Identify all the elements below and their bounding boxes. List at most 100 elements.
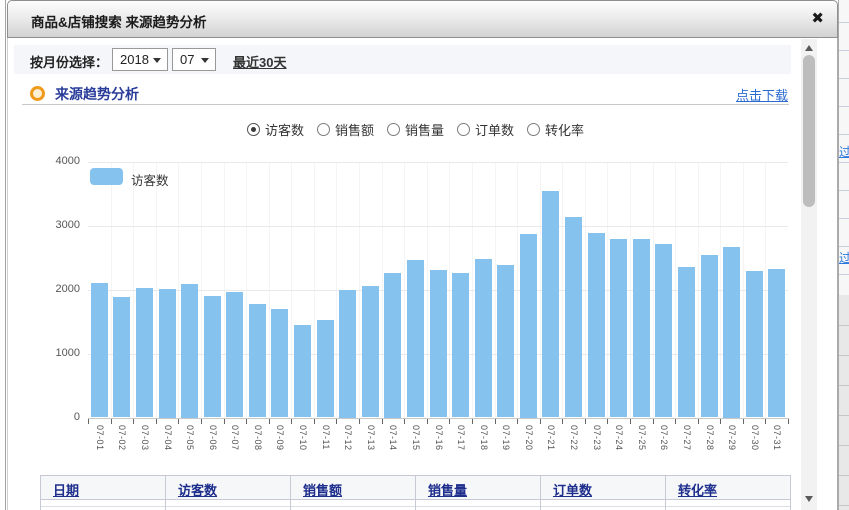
x-axis-label: 07-09 — [275, 425, 285, 451]
scrollbar[interactable] — [801, 39, 817, 510]
chart-bar-07-20[interactable] — [520, 234, 537, 418]
x-axis-tick — [201, 419, 202, 424]
x-axis-label: 07-19 — [501, 425, 511, 451]
chart-bar-07-18[interactable] — [475, 259, 492, 417]
x-axis-label: 07-20 — [524, 425, 534, 451]
chart-bar-07-01[interactable] — [91, 283, 108, 418]
x-axis-tick — [88, 419, 89, 424]
scroll-up-icon[interactable] — [805, 45, 813, 51]
table-header-日期[interactable]: 日期 — [53, 480, 79, 499]
x-axis-tick — [585, 419, 586, 424]
chart-bar-07-17[interactable] — [452, 273, 469, 417]
x-axis-tick — [111, 419, 112, 424]
scrollbar-thumb[interactable] — [803, 55, 815, 207]
chart-bar-07-31[interactable] — [768, 269, 785, 418]
x-axis-label: 07-05 — [185, 425, 195, 451]
x-axis-tick — [359, 419, 360, 424]
table-column-border — [165, 475, 166, 510]
close-icon[interactable]: ✖ — [811, 9, 824, 27]
x-axis-label: 07-08 — [253, 425, 263, 451]
background-link-fragment: 过 — [839, 249, 849, 266]
x-axis-tick — [269, 419, 270, 424]
chart-bar-07-29[interactable] — [723, 247, 740, 418]
background-table-border — [839, 355, 849, 356]
x-axis-tick — [765, 419, 766, 424]
chart-bar-07-10[interactable] — [294, 325, 311, 418]
background-table-border — [839, 162, 849, 163]
chart-bar-07-13[interactable] — [362, 286, 379, 418]
chart-bar-07-11[interactable] — [317, 320, 334, 418]
table-column-border — [40, 475, 41, 510]
chart-bar-07-28[interactable] — [701, 255, 718, 417]
chart-bar-07-16[interactable] — [430, 270, 447, 418]
table-column-border — [540, 475, 541, 510]
background-table-border — [839, 475, 849, 476]
trend-analysis-dialog: 按月份选择： 2018 07 最近30天 来源趋势分析 点击下载 访客数销售额销… — [7, 0, 838, 510]
table-header-订单数[interactable]: 订单数 — [553, 480, 592, 499]
x-axis-label: 07-01 — [95, 425, 105, 451]
chart-bar-07-02[interactable] — [113, 297, 130, 418]
x-axis-label: 07-07 — [230, 425, 240, 451]
x-axis-tick — [449, 419, 450, 424]
background-table-border — [839, 246, 849, 247]
chart-bar-07-09[interactable] — [271, 309, 288, 418]
x-axis-tick — [517, 419, 518, 424]
x-axis-label: 07-04 — [163, 425, 173, 451]
x-axis-label: 07-12 — [343, 425, 353, 451]
x-axis-label: 07-16 — [434, 425, 444, 451]
x-axis-tick — [540, 419, 541, 424]
table-header-转化率[interactable]: 转化率 — [678, 480, 717, 499]
x-axis-tick — [495, 419, 496, 424]
chart-bar-07-21[interactable] — [542, 191, 559, 417]
chart-bar-07-19[interactable] — [497, 265, 514, 418]
page-background-left — [0, 0, 7, 510]
background-table-border — [839, 325, 849, 326]
chart-bar-07-08[interactable] — [249, 304, 266, 418]
x-axis-tick — [743, 419, 744, 424]
data-table: 日期 访客数 销售额 销售量 订单数 转化率 — [40, 475, 791, 510]
x-axis-label: 07-22 — [569, 425, 579, 451]
chart-bar-07-30[interactable] — [746, 271, 763, 417]
page-edge-line — [5, 0, 6, 510]
chart-bar-07-25[interactable] — [633, 239, 650, 417]
x-axis-label: 07-03 — [140, 425, 150, 451]
x-axis-label: 07-23 — [592, 425, 602, 451]
background-table-border — [839, 445, 849, 446]
background-table-border — [839, 190, 849, 191]
x-axis-tick — [788, 419, 789, 424]
table-header-销售量[interactable]: 销售量 — [428, 480, 467, 499]
x-axis-label: 07-25 — [637, 425, 647, 451]
x-axis-tick — [178, 419, 179, 424]
background-table-border — [839, 50, 849, 51]
chart-bar-07-06[interactable] — [204, 296, 221, 417]
dialog-title: 商品&店铺搜索 来源趋势分析 — [31, 11, 207, 31]
y-axis-label: 0 — [38, 411, 80, 423]
x-axis-tick — [675, 419, 676, 424]
chart-bar-07-07[interactable] — [226, 292, 243, 417]
table-header-访客数[interactable]: 访客数 — [178, 480, 217, 499]
x-axis-tick — [630, 419, 631, 424]
background-table-border — [839, 385, 849, 386]
chart-bar-07-22[interactable] — [565, 217, 582, 418]
chart-bar-07-05[interactable] — [181, 284, 198, 418]
x-axis-tick — [472, 419, 473, 424]
legend-label: 访客数 — [131, 170, 169, 189]
background-table-border — [839, 22, 849, 23]
x-axis-label: 07-27 — [682, 425, 692, 451]
chart-bar-07-14[interactable] — [384, 273, 401, 418]
scroll-down-icon[interactable] — [805, 496, 813, 502]
chart-bar-07-26[interactable] — [655, 244, 672, 418]
background-gray-block — [839, 295, 849, 510]
chart-bar-07-15[interactable] — [407, 260, 424, 418]
chart-bar-07-03[interactable] — [136, 288, 153, 418]
background-table-border — [839, 78, 849, 79]
chart-bar-07-24[interactable] — [610, 239, 627, 418]
chart-bar-07-04[interactable] — [159, 289, 176, 418]
x-axis-label: 07-10 — [298, 425, 308, 451]
chart-bar-07-27[interactable] — [678, 267, 695, 418]
table-header-销售额[interactable]: 销售额 — [303, 480, 342, 499]
chart-bar-07-23[interactable] — [588, 233, 605, 418]
background-table-border — [839, 218, 849, 219]
x-axis-label: 07-11 — [321, 425, 331, 450]
chart-bar-07-12[interactable] — [339, 290, 356, 418]
